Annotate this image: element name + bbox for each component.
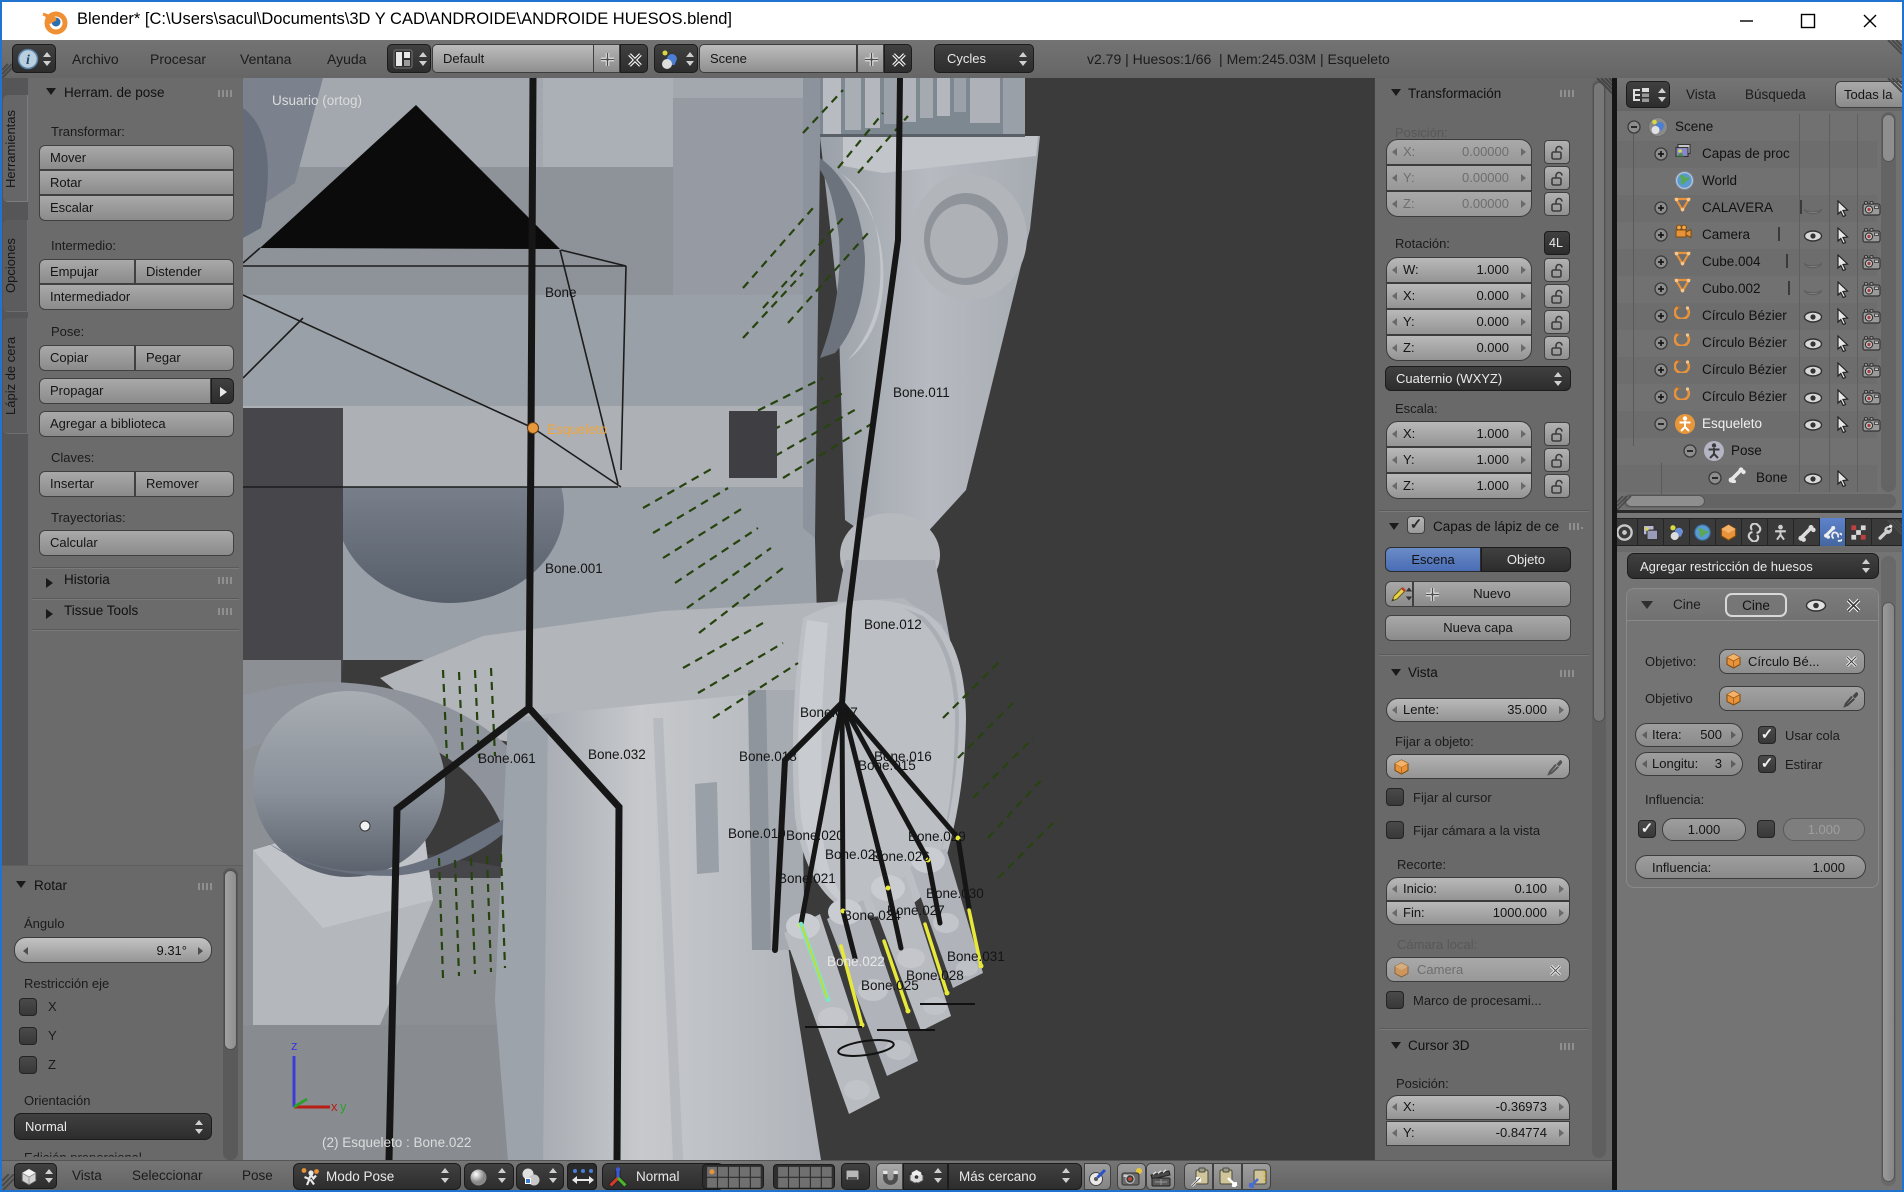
svg-text:Bone.011: Bone.011 (893, 385, 950, 400)
svg-text:Bone.015: Bone.015 (858, 758, 916, 773)
svg-text:Bone.020: Bone.020 (786, 828, 844, 843)
svg-text:Bone.022: Bone.022 (827, 954, 885, 969)
svg-text:Bone.032: Bone.032 (588, 747, 646, 762)
svg-text:x: x (331, 1099, 338, 1114)
svg-text:Bone.018: Bone.018 (739, 749, 797, 764)
svg-text:Bone.021: Bone.021 (778, 871, 836, 886)
svg-text:Esqueleto: Esqueleto (547, 422, 607, 437)
svg-text:(2) Esqueleto : Bone.022: (2) Esqueleto : Bone.022 (322, 1135, 471, 1150)
svg-text:Bone.001: Bone.001 (545, 561, 603, 576)
svg-text:Bone: Bone (545, 285, 577, 300)
svg-text:Bone.031: Bone.031 (947, 949, 1005, 964)
svg-text:Bone.017: Bone.017 (800, 705, 858, 720)
svg-text:Usuario (ortog): Usuario (ortog) (272, 93, 362, 108)
svg-text:Bone.028: Bone.028 (906, 968, 964, 983)
svg-text:Bone.012: Bone.012 (864, 617, 922, 632)
svg-text:Bone.026: Bone.026 (872, 849, 930, 864)
svg-text:Bone.019: Bone.019 (728, 826, 786, 841)
svg-text:Bone.061: Bone.061 (478, 751, 536, 766)
svg-text:Bone.029: Bone.029 (908, 829, 966, 844)
svg-text:Bone.027: Bone.027 (887, 903, 945, 918)
svg-text:Bone.030: Bone.030 (926, 886, 984, 901)
svg-text:y: y (340, 1099, 347, 1114)
svg-text:z: z (291, 1038, 298, 1053)
svg-text:i: i (26, 53, 30, 68)
